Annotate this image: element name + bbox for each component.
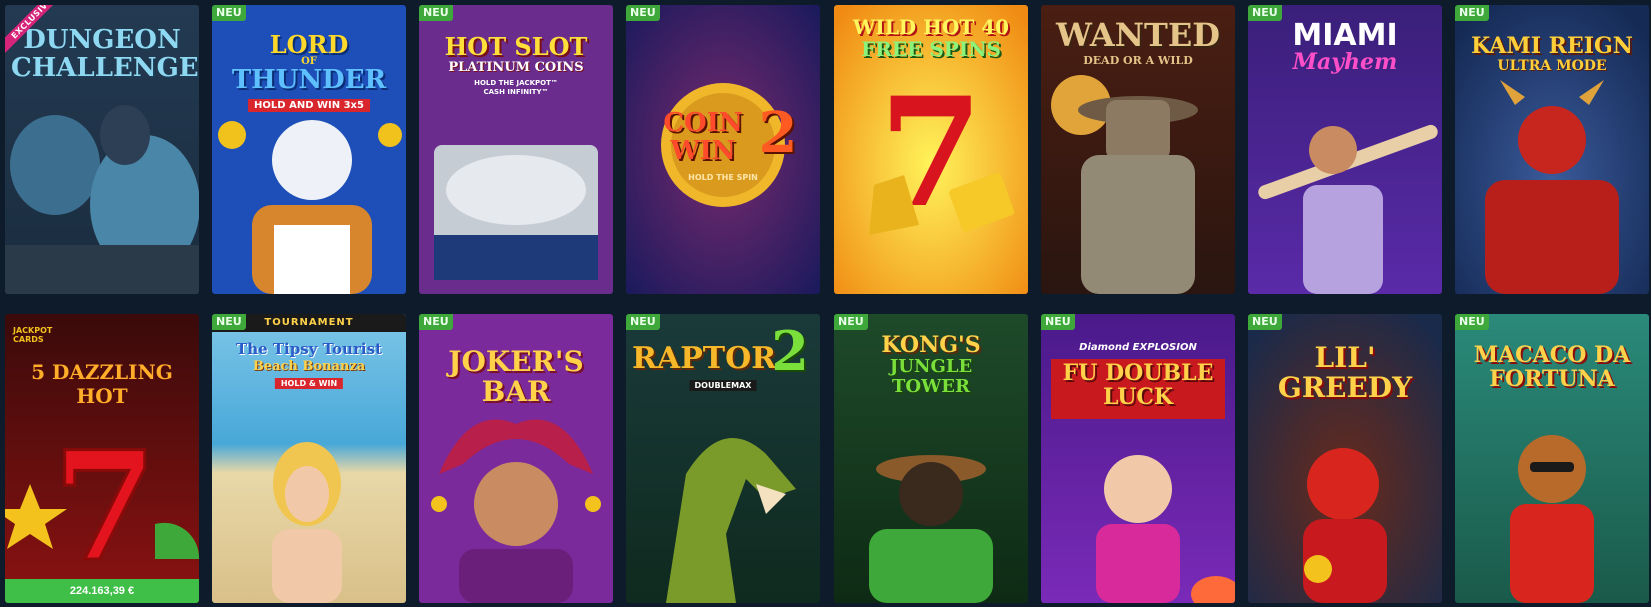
game-title-line1: WILD HOT 40 xyxy=(852,15,1010,39)
game-title-line1: MIAMI xyxy=(1292,18,1398,53)
game-title-line2: ULTRA MODE xyxy=(1497,58,1607,74)
game-subtitle: HOLD AND WIN 3x5 xyxy=(248,99,370,112)
tournament-label: TOURNAMENT xyxy=(264,317,354,328)
neu-badge: NEU xyxy=(419,5,453,21)
neu-badge: NEU xyxy=(1248,314,1282,330)
game-title-line2: LUCK xyxy=(1102,384,1174,410)
neu-badge: NEU xyxy=(1041,314,1075,330)
neu-badge: NEU xyxy=(626,314,660,330)
neu-badge: NEU xyxy=(419,314,453,330)
game-grid: EXCLUSIVE DUNGEON CHALLENGE NEU LORD OF … xyxy=(0,0,1651,607)
game-title-line2: HOT xyxy=(76,384,128,408)
game-title-line2: DEAD OR A WILD xyxy=(1083,54,1193,67)
game-title-line1: HOT SLOT xyxy=(444,32,588,61)
game-title-line1: RAPTOR xyxy=(632,341,777,376)
game-tile-jokers-bar[interactable]: NEU JOKER'S BAR xyxy=(419,314,613,603)
game-title-line2: GREEDY xyxy=(1277,371,1413,404)
game-tile-miami-mayhem[interactable]: NEU MIAMI Mayhem xyxy=(1248,5,1442,294)
game-tile-raptor-2[interactable]: NEU RAPTOR 2 DOUBLEMAX xyxy=(626,314,820,603)
game-title-line1: MACACO DA xyxy=(1473,342,1631,368)
game-tile-wild-hot-40-free-spins[interactable]: 7 WILD HOT 40 FREE SPINS xyxy=(834,5,1028,294)
game-tile-kami-reign-ultra-mode[interactable]: NEU KAMI REIGN ULTRA MODE xyxy=(1455,5,1649,294)
game-title-line1: LIL' xyxy=(1314,341,1376,374)
game-title-line2: CHALLENGE xyxy=(11,53,199,83)
game-title-line1: FU DOUBLE xyxy=(1062,360,1214,386)
game-subtitle: DOUBLEMAX xyxy=(689,380,757,391)
game-title-line1: 5 DAZZLING xyxy=(31,360,173,384)
game-tile-fu-double-luck[interactable]: NEU Diamond EXPLOSION FU DOUBLE LUCK xyxy=(1041,314,1235,603)
game-title-line1: COIN xyxy=(663,108,743,138)
game-title-line2: Mayhem xyxy=(1292,49,1398,75)
game-tile-lord-of-thunder[interactable]: NEU LORD OF THUNDER HOLD AND WIN 3x5 xyxy=(212,5,406,294)
game-title-line1: The Tipsy Tourist xyxy=(236,340,382,358)
game-tile-coin-win-2[interactable]: NEU COIN WIN 2 HOLD THE SPIN xyxy=(626,5,820,294)
game-tile-hot-slot-platinum-coins[interactable]: NEU HOT SLOT PLATINUM COINS HOLD THE JAC… xyxy=(419,5,613,294)
game-tile-lil-greedy[interactable]: NEU LIL' GREEDY xyxy=(1248,314,1442,603)
game-title-line2: THUNDER xyxy=(231,65,387,95)
neu-badge: NEU xyxy=(1455,5,1489,21)
game-subtitle-2: CASH INFINITY™ xyxy=(483,88,549,96)
neu-badge: NEU xyxy=(1248,5,1282,21)
game-title-line2: Beach Bonanza xyxy=(252,359,366,374)
game-tile-dungeon-challenge[interactable]: EXCLUSIVE DUNGEON CHALLENGE xyxy=(5,5,199,294)
game-title-number: 2 xyxy=(771,319,809,383)
game-artwork xyxy=(1041,314,1235,603)
game-title-line2: JUNGLE xyxy=(889,356,973,377)
neu-badge: NEU xyxy=(834,314,868,330)
neu-badge: NEU xyxy=(1455,314,1489,330)
game-tile-macaco-da-fortuna[interactable]: NEU MACACO DA FORTUNA xyxy=(1455,314,1649,603)
game-subtitle: HOLD & WIN xyxy=(274,378,344,389)
game-subtitle: HOLD THE SPIN xyxy=(688,173,758,182)
neu-badge: NEU xyxy=(212,314,246,330)
diamond-explosion-label: Diamond EXPLOSION xyxy=(1079,342,1197,353)
game-title-line1: KAMI REIGN xyxy=(1471,33,1633,59)
game-subtitle: HOLD THE JACKPOT™ xyxy=(474,79,558,87)
game-tile-5-dazzling-hot[interactable]: 7 JACKPOT CARDS 5 DAZZLING HOT 224.163,3… xyxy=(5,314,199,603)
neu-badge: NEU xyxy=(626,5,660,21)
jackpot-cards-logo: JACKPOT CARDS xyxy=(13,326,53,344)
svg-text:7: 7 xyxy=(53,419,157,595)
game-title-line3: TOWER xyxy=(892,376,970,397)
neu-badge: NEU xyxy=(212,5,246,21)
game-title-line1: WANTED xyxy=(1056,16,1220,54)
game-title-line2: PLATINUM COINS xyxy=(448,60,584,75)
game-title-line1: DUNGEON xyxy=(23,25,181,55)
game-title-line2: FORTUNA xyxy=(1489,366,1615,392)
jackpot-amount: 224.163,39 € xyxy=(5,579,199,603)
game-title-line2: FREE SPINS xyxy=(861,37,1001,61)
game-tile-kongs-jungle-tower[interactable]: NEU KONG'S JUNGLE TOWER xyxy=(834,314,1028,603)
game-artwork: 7 xyxy=(5,314,199,603)
game-tile-tipsy-tourist[interactable]: NEU TOURNAMENT The Tipsy Tourist Beach B… xyxy=(212,314,406,603)
game-title-line1: JOKER'S xyxy=(448,345,584,378)
game-title-line2: BAR xyxy=(481,375,551,408)
game-title-line1: KONG'S xyxy=(881,332,981,358)
game-title-number: 2 xyxy=(758,100,798,166)
game-tile-wanted-dead-or-a-wild[interactable]: WANTED DEAD OR A WILD xyxy=(1041,5,1235,294)
game-title-line1: LORD xyxy=(269,30,349,59)
game-title-line2: WIN xyxy=(670,136,736,166)
